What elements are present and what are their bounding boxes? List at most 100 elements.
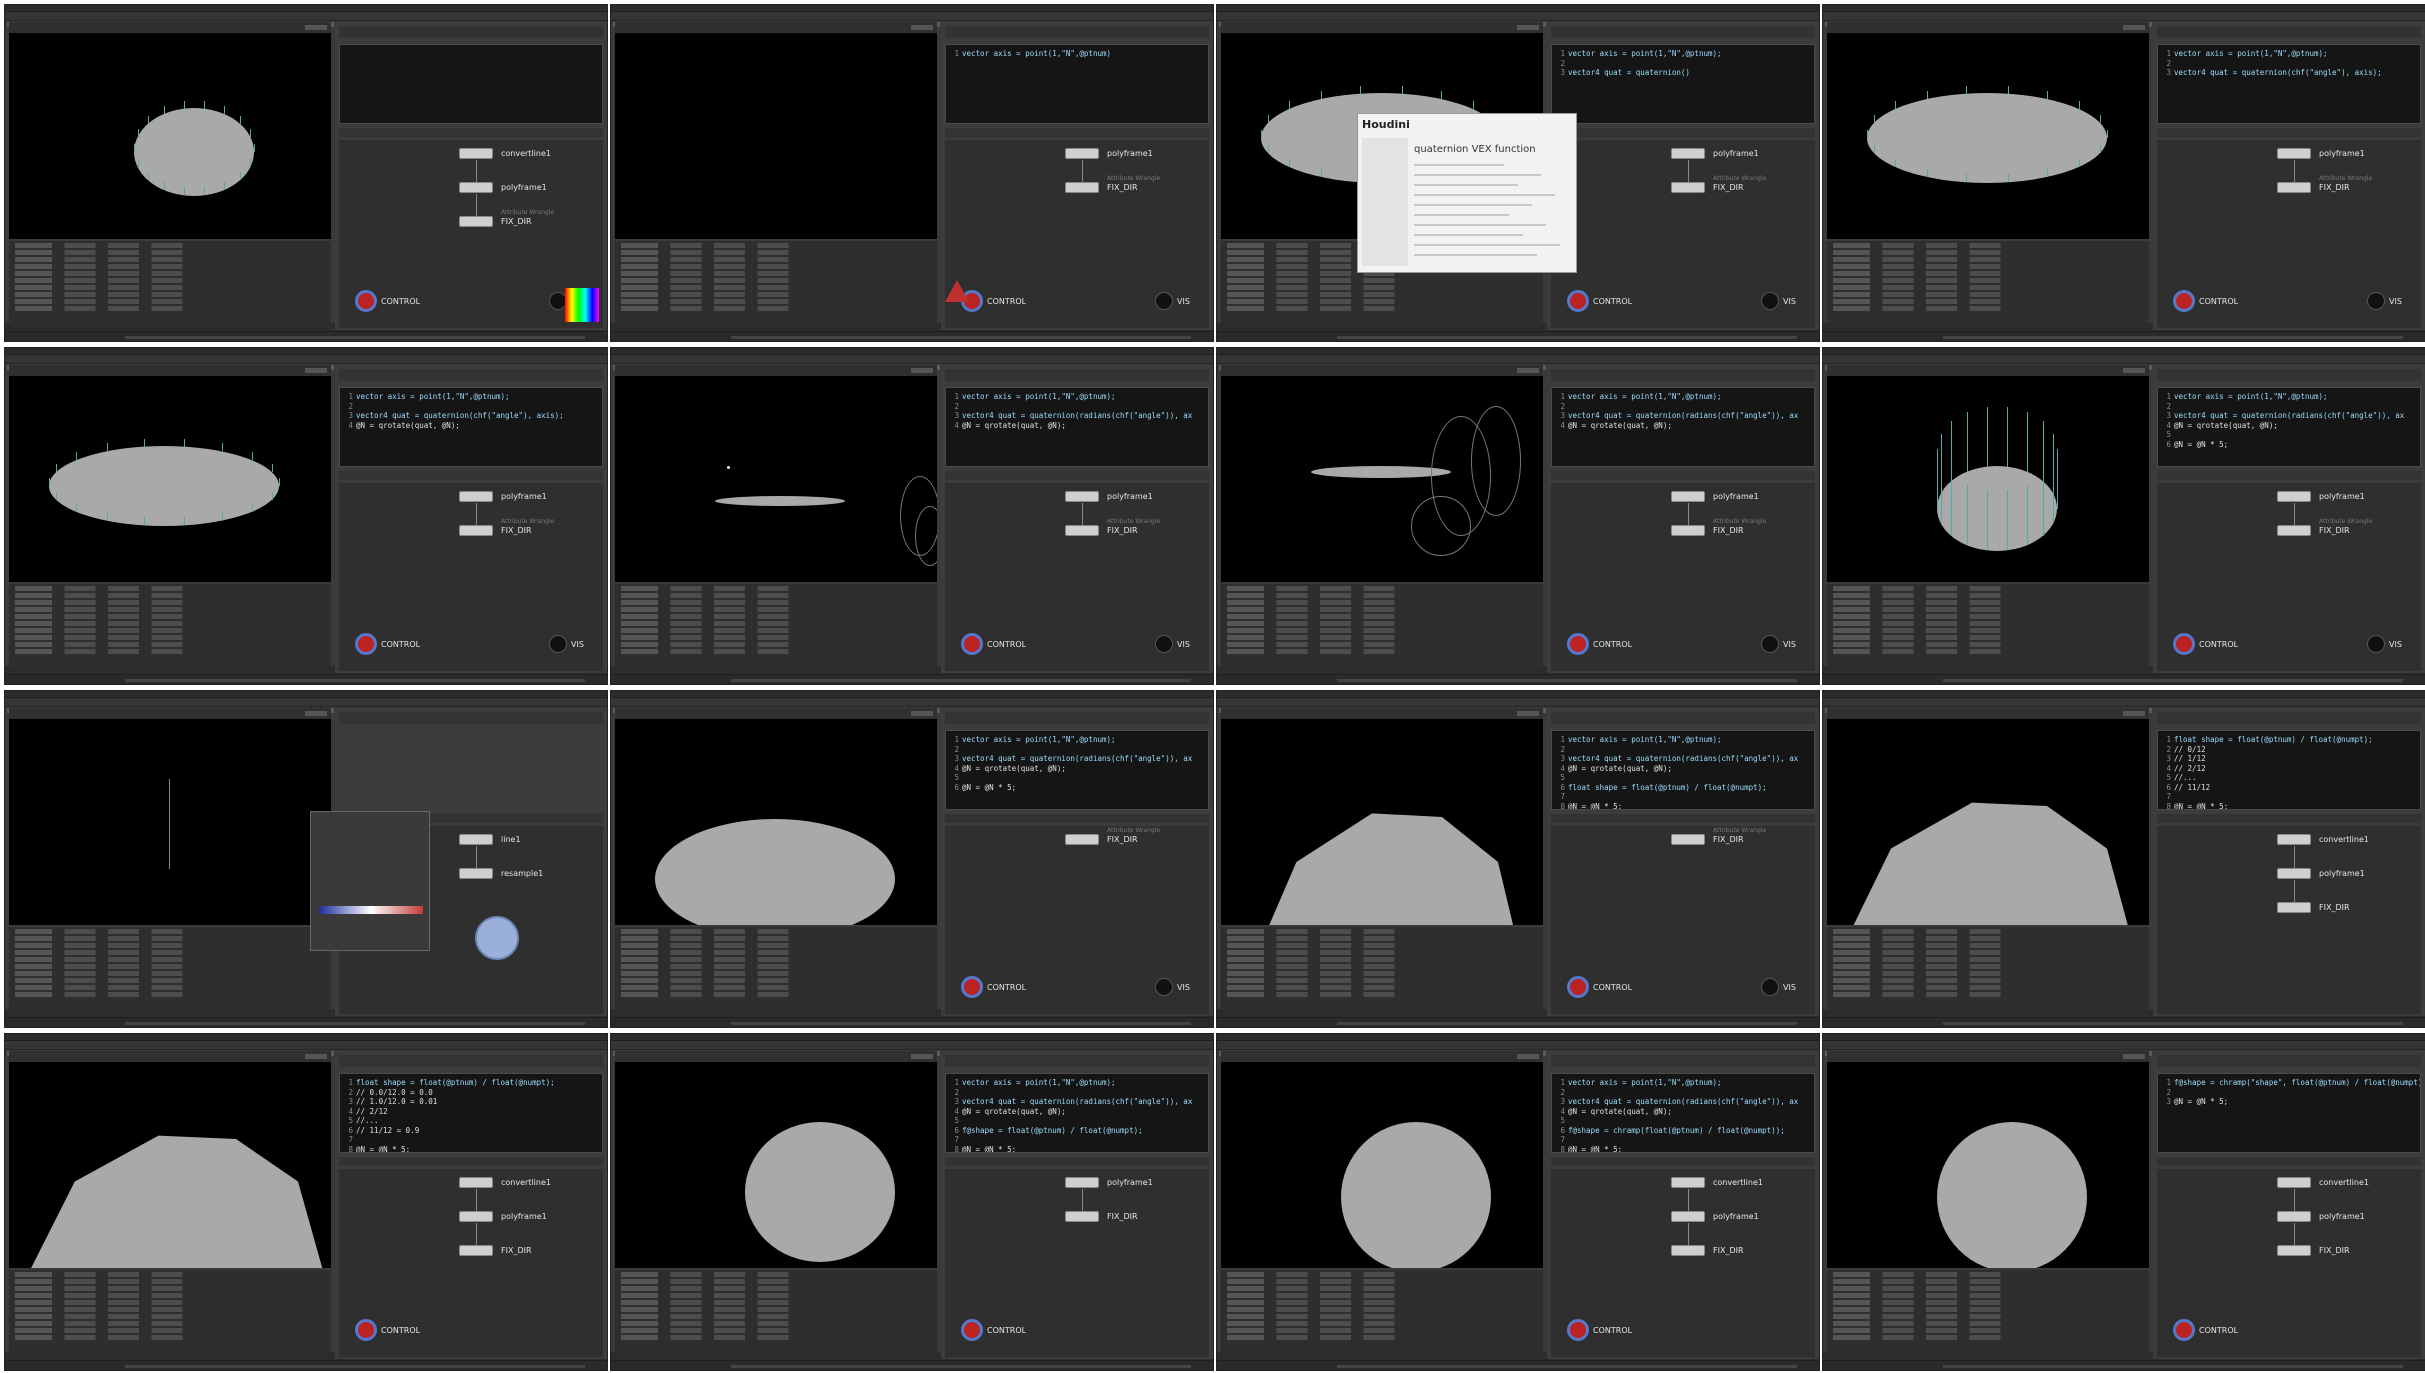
timeline-slider[interactable] xyxy=(1943,1365,2403,1368)
vis-node[interactable] xyxy=(1155,292,1173,310)
timeline-slider[interactable] xyxy=(1943,336,2403,339)
node-polyframe1[interactable] xyxy=(459,491,493,502)
node-polyframe1[interactable] xyxy=(1065,1177,1099,1188)
scene-viewport[interactable] xyxy=(1827,33,2149,239)
view-menu-button[interactable] xyxy=(911,25,933,30)
node-FIX_DIR[interactable] xyxy=(1065,182,1099,193)
scene-viewport[interactable] xyxy=(1827,1062,2149,1268)
scene-viewport[interactable] xyxy=(615,1062,937,1268)
scene-viewport[interactable] xyxy=(1827,719,2149,925)
timeline-slider[interactable] xyxy=(1943,679,2403,682)
network-editor[interactable]: polyframe1 FIX_DIR Attribute Wrangle CONTRO… xyxy=(2157,483,2421,671)
vex-code-editor[interactable]: 1 vector axis = point(1,"N",@ptnum); 2 3 ve… xyxy=(1551,1073,1815,1153)
node-polyframe1[interactable] xyxy=(2277,148,2311,159)
view-menu-button[interactable] xyxy=(2123,711,2145,716)
node-FIX_DIR[interactable] xyxy=(2277,182,2311,193)
vex-code-editor[interactable]: 1 vector axis = point(1,"N",@ptnum); 2 3 ve… xyxy=(945,730,1209,810)
timeline-slider[interactable] xyxy=(125,1365,585,1368)
view-menu-button[interactable] xyxy=(1517,368,1539,373)
vis-node[interactable] xyxy=(1155,635,1173,653)
color-ramp[interactable] xyxy=(319,906,423,914)
control-node[interactable] xyxy=(355,633,377,655)
network-editor[interactable]: convertline1 polyframe1 FIX_DIR CONTROL xyxy=(2157,1169,2421,1357)
node-polyframe1[interactable] xyxy=(459,1211,493,1222)
control-node[interactable] xyxy=(2173,1319,2195,1341)
network-editor[interactable]: polyframe1 FIX_DIR Attribute Wrangle CONTRO… xyxy=(339,483,603,671)
node-FIX_DIR[interactable] xyxy=(1671,182,1705,193)
node-polyframe1[interactable] xyxy=(1671,148,1705,159)
color-palette[interactable] xyxy=(565,288,599,322)
scene-viewport[interactable] xyxy=(615,719,937,925)
node-FIX_DIR[interactable] xyxy=(1671,525,1705,536)
node-convertline1[interactable] xyxy=(459,148,493,159)
vis-node[interactable] xyxy=(2367,635,2385,653)
network-editor[interactable]: convertline1 polyframe1 FIX_DIR xyxy=(2157,826,2421,1014)
control-node[interactable] xyxy=(1567,976,1589,998)
vis-node[interactable] xyxy=(1761,635,1779,653)
vex-code-editor[interactable]: 1 vector axis = point(1,"N",@ptnum); 2 3 ve… xyxy=(339,387,603,467)
view-menu-button[interactable] xyxy=(305,711,327,716)
vex-code-editor[interactable]: 1 vector axis = point(1,"N",@ptnum); 2 3 ve… xyxy=(1551,44,1815,124)
timeline-slider[interactable] xyxy=(1337,1022,1797,1025)
network-editor[interactable]: polyframe1 FIX_DIR Attribute Wrangle CONTRO… xyxy=(1551,140,1815,328)
resample-node[interactable] xyxy=(475,916,519,960)
node-polyframe1[interactable] xyxy=(1065,148,1099,159)
control-node[interactable] xyxy=(2173,290,2195,312)
vis-node[interactable] xyxy=(1761,292,1779,310)
control-node[interactable] xyxy=(355,1319,377,1341)
control-node[interactable] xyxy=(961,976,983,998)
node-FIX_DIR[interactable] xyxy=(1671,834,1705,845)
control-node[interactable] xyxy=(961,1319,983,1341)
scene-viewport[interactable] xyxy=(615,376,937,582)
vex-code-editor[interactable]: 1 vector axis = point(1,"N",@ptnum); 2 3 ve… xyxy=(1551,730,1815,810)
node-FIX_DIR[interactable] xyxy=(1671,1245,1705,1256)
control-node[interactable] xyxy=(355,290,377,312)
timeline-slider[interactable] xyxy=(125,336,585,339)
scene-viewport[interactable] xyxy=(9,376,331,582)
node-resample1[interactable] xyxy=(459,868,493,879)
node-convertline1[interactable] xyxy=(1671,1177,1705,1188)
timeline-slider[interactable] xyxy=(731,336,1191,339)
timeline-slider[interactable] xyxy=(125,1022,585,1025)
network-editor[interactable]: polyframe1 FIX_DIR Attribute Wrangle CONTRO… xyxy=(945,483,1209,671)
vex-code-editor[interactable]: 1 float shape = float(@ptnum) / float(@nu… xyxy=(2157,730,2421,810)
node-convertline1[interactable] xyxy=(2277,1177,2311,1188)
scene-viewport[interactable] xyxy=(9,719,331,925)
network-editor[interactable]: polyframe1 FIX_DIR Attribute Wrangle CONTRO… xyxy=(945,140,1209,328)
timeline-slider[interactable] xyxy=(731,1365,1191,1368)
ramp-parameter-dialog[interactable] xyxy=(310,811,430,951)
vex-code-editor[interactable]: 1 float shape = float(@ptnum) / float(@nu… xyxy=(339,1073,603,1153)
node-FIX_DIR[interactable] xyxy=(459,1245,493,1256)
scene-viewport[interactable] xyxy=(9,1062,331,1268)
node-polyframe1[interactable] xyxy=(1671,491,1705,502)
view-menu-button[interactable] xyxy=(305,368,327,373)
node-polyframe1[interactable] xyxy=(2277,1211,2311,1222)
view-menu-button[interactable] xyxy=(911,1054,933,1059)
vex-code-editor[interactable]: 1 vector axis = point(1,"N",@ptnum) xyxy=(945,44,1209,124)
network-editor[interactable]: convertline1 polyframe1 FIX_DIR Attribute W… xyxy=(339,140,603,328)
vex-code-editor[interactable]: 1 vector axis = point(1,"N",@ptnum); 2 3 ve… xyxy=(1551,387,1815,467)
vex-code-editor[interactable] xyxy=(339,44,603,124)
network-editor[interactable]: polyframe1 FIX_DIR Attribute Wrangle CONTRO… xyxy=(2157,140,2421,328)
scene-viewport[interactable] xyxy=(1221,1062,1543,1268)
control-node[interactable] xyxy=(1567,1319,1589,1341)
timeline-slider[interactable] xyxy=(1337,336,1797,339)
node-FIX_DIR[interactable] xyxy=(1065,525,1099,536)
node-FIX_DIR[interactable] xyxy=(459,525,493,536)
network-editor[interactable]: convertline1 polyframe1 FIX_DIR CONTROL xyxy=(339,1169,603,1357)
node-polyframe1[interactable] xyxy=(1671,1211,1705,1222)
view-menu-button[interactable] xyxy=(1517,711,1539,716)
vis-node[interactable] xyxy=(549,635,567,653)
scene-viewport[interactable] xyxy=(9,33,331,239)
scene-viewport[interactable] xyxy=(1827,376,2149,582)
timeline-slider[interactable] xyxy=(731,679,1191,682)
node-polyframe1[interactable] xyxy=(1065,491,1099,502)
node-FIX_DIR[interactable] xyxy=(1065,834,1099,845)
view-menu-button[interactable] xyxy=(305,25,327,30)
node-polyframe1[interactable] xyxy=(459,182,493,193)
view-menu-button[interactable] xyxy=(911,711,933,716)
network-editor[interactable]: polyframe1 FIX_DIR CONTROL xyxy=(945,1169,1209,1357)
node-polyframe1[interactable] xyxy=(2277,868,2311,879)
vex-code-editor[interactable]: 1 vector axis = point(1,"N",@ptnum); 2 3 ve… xyxy=(2157,44,2421,124)
view-menu-button[interactable] xyxy=(2123,1054,2145,1059)
